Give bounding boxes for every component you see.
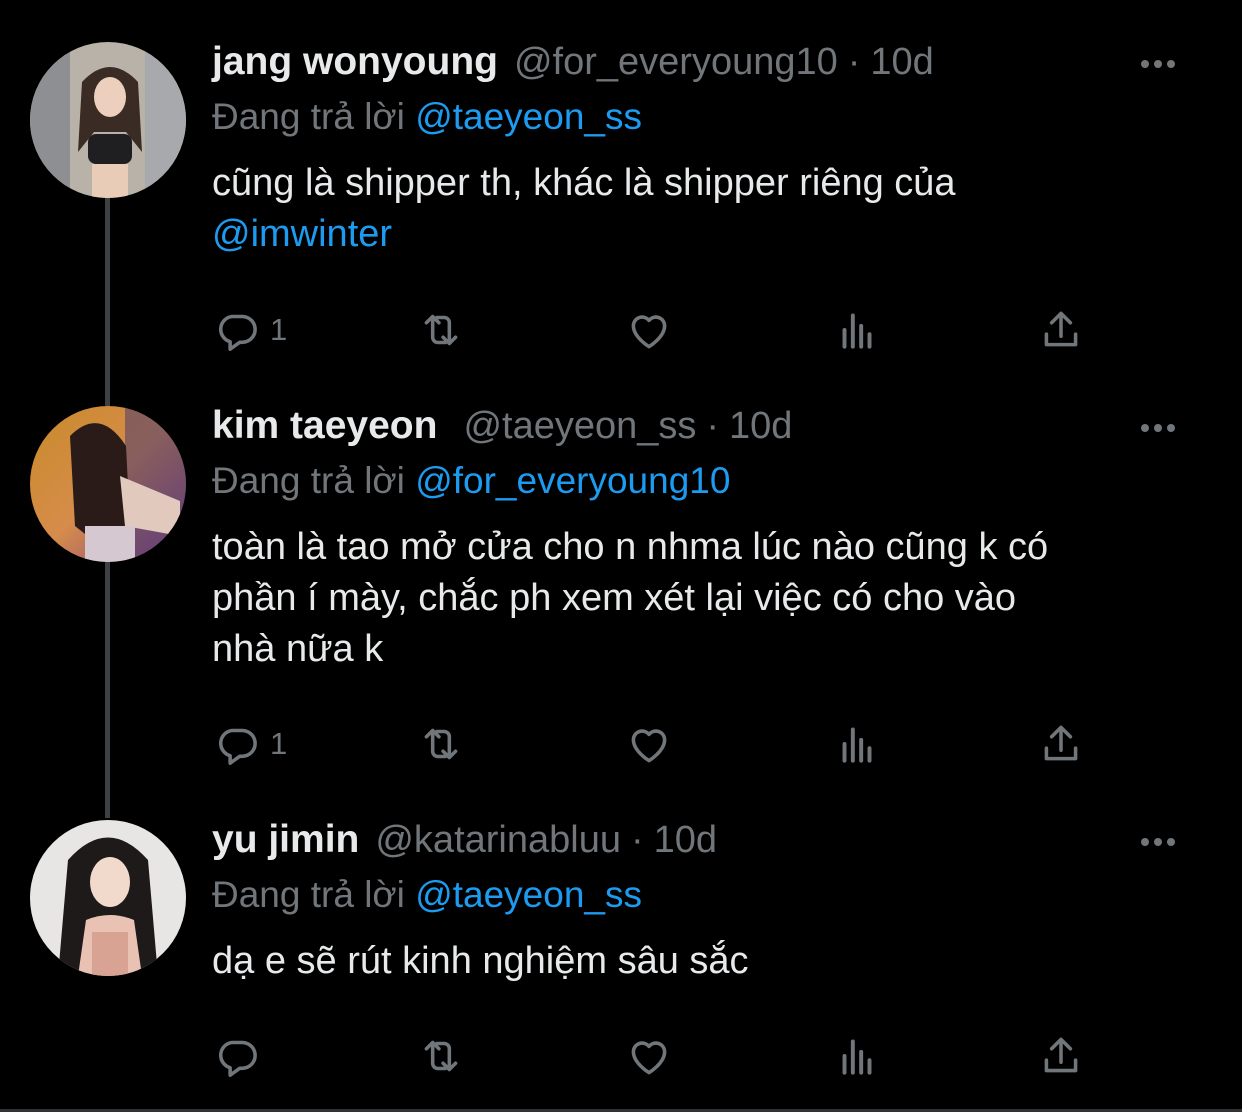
tweet-mention[interactable]: @imwinter [212,213,392,255]
reply-icon [218,728,257,765]
reply-button[interactable] [212,1031,270,1081]
replying-to-label: Đang trả lời [212,460,405,501]
retweet-button[interactable] [416,719,466,769]
tweet-actions [212,1031,1082,1081]
replying-to: Đang trả lời @taeyeon_ss [212,96,1182,148]
timestamp[interactable]: 10d [729,405,792,448]
retweet-icon [424,314,458,346]
avatar-photo [30,406,186,562]
replying-to-mention[interactable]: @taeyeon_ss [415,96,642,137]
separator-dot: · [630,819,644,861]
share-button[interactable] [1036,305,1086,355]
like-icon [631,1041,667,1075]
tweet-text: dạ e sẽ rút kinh nghiệm sâu sắc [212,940,749,982]
views-button[interactable] [832,719,882,769]
retweet-button[interactable] [416,1031,466,1081]
views-icon [842,1039,872,1075]
share-button[interactable] [1036,719,1086,769]
tweet[interactable]: yu jimin @katarinabluu · 10d Đang trả lờ… [0,818,1242,1098]
display-name[interactable]: jang wonyoung [212,40,498,84]
retweet-icon [424,1040,458,1072]
tweet[interactable]: jang wonyoung @for_everyoung10 · 10d Đan… [0,40,1242,370]
avatar[interactable] [30,406,186,562]
tweet[interactable]: kim taeyeon @taeyeon_ss · 10d Đang trả l… [0,404,1242,794]
tweet-header: yu jimin @katarinabluu · 10d [212,818,1182,874]
like-icon [631,315,667,349]
share-button[interactable] [1036,1031,1086,1081]
user-handle[interactable]: @katarinabluu [375,819,621,862]
share-icon [1044,311,1078,347]
views-icon [842,727,872,763]
views-button[interactable] [832,305,882,355]
tweet-thread: jang wonyoung @for_everyoung10 · 10d Đan… [0,0,1242,1112]
tweet-actions: 1 [212,305,1082,355]
avatar-photo [30,820,186,976]
replying-to-label: Đang trả lời [212,96,405,137]
tweet-text: cũng là shipper th, khác là shipper riên… [212,158,1182,260]
retweet-button[interactable] [416,305,466,355]
like-button[interactable] [624,305,674,355]
tweet-text: toàn là tao mở cửa cho n nhma lúc nào cũ… [212,526,1049,670]
replying-to-mention[interactable]: @taeyeon_ss [415,874,642,915]
retweet-icon [424,728,458,760]
replying-to-label: Đang trả lời [212,874,405,915]
like-button[interactable] [624,1031,674,1081]
display-name[interactable]: yu jimin [212,818,359,862]
timestamp[interactable]: 10d [654,819,717,862]
more-icon[interactable] [1134,418,1182,438]
reply-button[interactable]: 1 [212,719,287,769]
avatar[interactable] [30,820,186,976]
share-icon [1044,1037,1078,1073]
tweet-text-content: cũng là shipper th, khác là shipper riên… [212,162,956,204]
display-name[interactable]: kim taeyeon [212,404,437,448]
reply-icon [218,1040,257,1077]
like-button[interactable] [624,719,674,769]
more-icon[interactable] [1134,832,1182,852]
share-icon [1044,725,1078,761]
reply-count: 1 [270,726,288,761]
timestamp[interactable]: 10d [870,41,933,84]
views-icon [842,313,872,349]
tweet-header: jang wonyoung @for_everyoung10 · 10d [212,40,1182,96]
reply-icon [218,314,257,351]
more-icon[interactable] [1134,54,1182,74]
replying-to-mention[interactable]: @for_everyoung10 [415,460,730,501]
replying-to: Đang trả lời @for_everyoung10 [212,460,1182,512]
reply-button[interactable]: 1 [212,305,287,355]
avatar[interactable] [30,42,186,198]
views-button[interactable] [832,1031,882,1081]
like-icon [631,729,667,763]
tweet-header: kim taeyeon @taeyeon_ss · 10d [212,404,1182,460]
avatar-photo [30,42,186,198]
separator-dot: · [847,41,861,83]
replying-to: Đang trả lời @taeyeon_ss [212,874,1182,926]
tweet-actions: 1 [212,719,1082,769]
user-handle[interactable]: @taeyeon_ss [463,405,696,448]
user-handle[interactable]: @for_everyoung10 [514,41,838,84]
reply-count: 1 [270,312,288,347]
separator-dot: · [706,405,720,447]
